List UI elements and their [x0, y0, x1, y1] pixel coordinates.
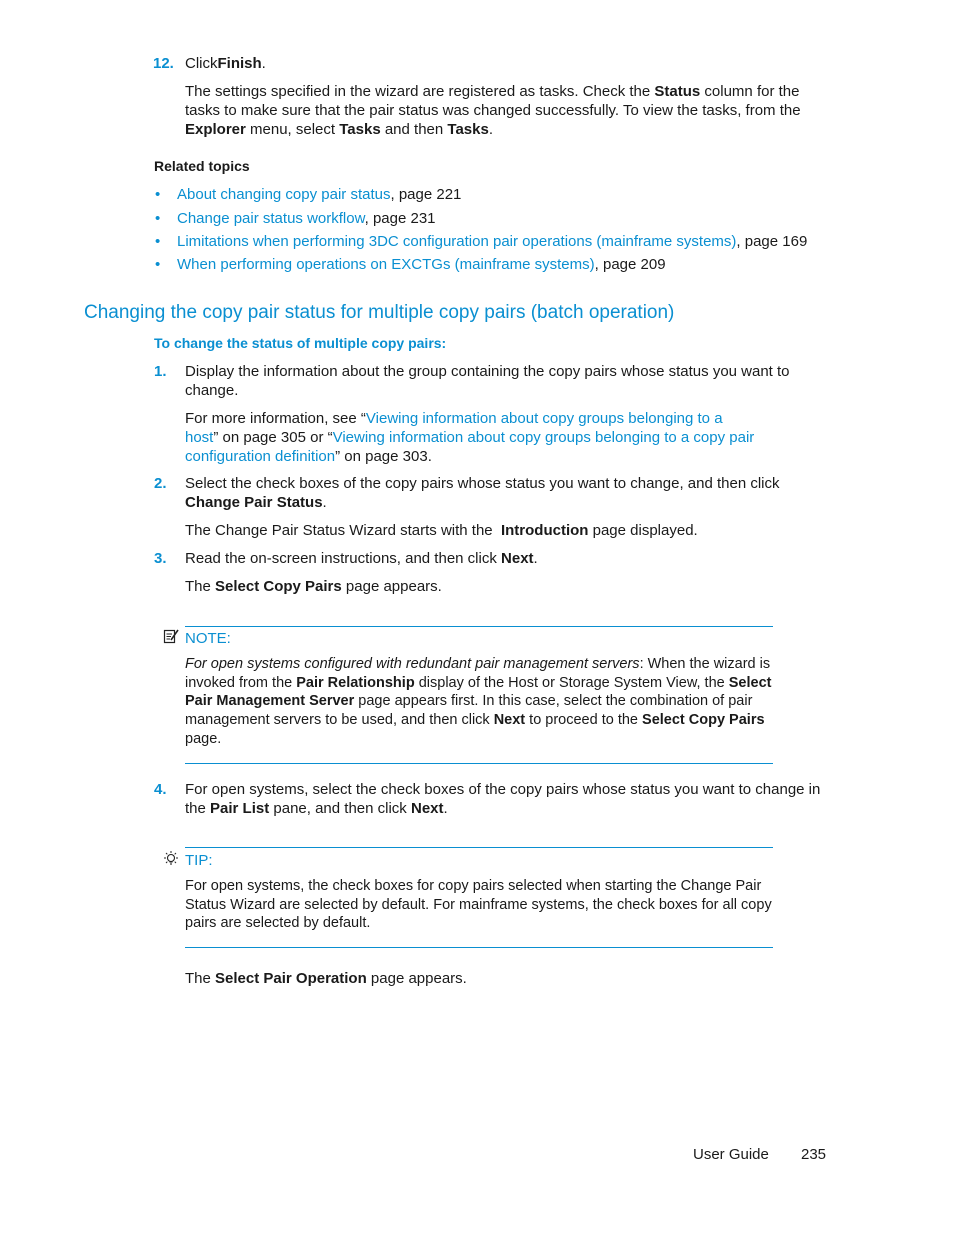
text: The Change Pair Status Wizard starts wit… — [185, 522, 501, 539]
ui-term: Next — [501, 550, 534, 567]
list-item: Change pair status workflow, page 231 — [177, 209, 436, 228]
related-link[interactable]: Limitations when performing 3DC configur… — [177, 233, 736, 250]
step-number: 3. — [154, 550, 167, 567]
note-pencil-icon — [163, 628, 179, 649]
ui-term: Pair Relationship — [296, 674, 415, 691]
text: The — [185, 578, 216, 595]
ui-term: Select Copy Pairs — [215, 578, 342, 595]
text: . — [488, 121, 493, 138]
bullet-icon: • — [155, 256, 161, 273]
ui-term: Change Pair Status — [185, 494, 323, 511]
step-3-text: Read the on-screen instructions, and the… — [185, 549, 835, 568]
ui-term: Next — [493, 712, 526, 729]
note-body: For open systems configured with redunda… — [185, 655, 775, 749]
step-4-text: For open systems, select the check boxes… — [185, 780, 825, 818]
related-link[interactable]: About changing copy pair status — [177, 186, 390, 203]
text: . — [533, 550, 538, 567]
step-2-result: The Change Pair Status Wizard starts wit… — [185, 521, 835, 540]
step-12-text: ClickFinish. — [185, 54, 835, 73]
step-1-text: Display the information about the group … — [185, 363, 790, 399]
text: Select the check boxes of the copy pairs… — [185, 475, 780, 492]
step-number: 12. — [153, 55, 174, 72]
ui-term: Finish — [217, 55, 262, 72]
text: . — [322, 494, 327, 511]
list-item: About changing copy pair status, page 22… — [177, 185, 461, 204]
text: menu, select — [245, 121, 340, 138]
step-12-result: The settings specified in the wizard are… — [185, 82, 833, 139]
ui-term: Tasks — [447, 121, 489, 138]
related-link[interactable]: Change pair status workflow — [177, 210, 365, 227]
tip-top-rule — [185, 847, 773, 848]
step-4-result: The Select Pair Operation page appears. — [185, 969, 835, 988]
step-3-result: The Select Copy Pairs page appears. — [185, 577, 835, 596]
text: display of the Host or Storage System Vi… — [414, 674, 729, 691]
text: page displayed. — [588, 522, 698, 539]
note-top-rule — [185, 626, 773, 627]
page-ref: , page 209 — [594, 256, 666, 273]
bullet-icon: • — [155, 233, 161, 250]
tip-body: For open systems, the check boxes for co… — [185, 878, 772, 932]
page-ref: , page 169 — [736, 233, 808, 250]
text: page. — [185, 730, 222, 747]
bullet-icon: • — [155, 186, 161, 203]
step-1-more-info: For more information, see “Viewing infor… — [185, 409, 785, 466]
page-number: 235 — [801, 1146, 827, 1163]
procedure-heading: To change the status of multiple copy pa… — [154, 335, 447, 351]
ui-term: Explorer — [185, 121, 246, 138]
text: Read the on-screen instructions, and the… — [185, 550, 502, 567]
step-number: 4. — [154, 781, 167, 798]
text: ” on page 303. — [335, 448, 432, 465]
link-text: Viewing information about copy groups be… — [365, 410, 723, 427]
text: Click — [185, 55, 218, 72]
text: The — [185, 970, 216, 987]
step-number: 1. — [154, 363, 167, 380]
bullet-icon: • — [155, 210, 161, 227]
list-item: Limitations when performing 3DC configur… — [177, 232, 807, 251]
link-text: Viewing information about copy groups be… — [332, 429, 755, 446]
footer-guide-title: User Guide — [693, 1146, 769, 1163]
note-bottom-rule — [185, 763, 773, 764]
text: For more information, see “ — [185, 410, 366, 427]
tip-bottom-rule — [185, 947, 773, 948]
ui-term: Status — [654, 83, 701, 100]
ui-term: Next — [410, 800, 444, 817]
step-2-text: Select the check boxes of the copy pairs… — [185, 474, 833, 512]
text: ” on page 305 or “ — [213, 429, 333, 446]
page-ref: , page 231 — [364, 210, 436, 227]
related-topics-heading: Related topics — [154, 158, 250, 174]
text: . — [261, 55, 266, 72]
lightbulb-icon — [162, 850, 180, 873]
text: page appears. — [341, 578, 442, 595]
step-number: 2. — [154, 475, 167, 492]
tip-label: TIP: — [185, 852, 213, 869]
ui-term: Introduction — [500, 522, 589, 539]
list-item: When performing operations on EXCTGs (ma… — [177, 255, 666, 274]
ui-term: Pair List — [210, 800, 270, 817]
italic-text: For open systems configured with redunda… — [185, 656, 640, 672]
text: page appears. — [366, 970, 467, 987]
text: . — [443, 800, 448, 817]
note-label: NOTE: — [185, 630, 231, 647]
ui-term: Tasks — [339, 121, 381, 138]
page-ref: , page 221 — [390, 186, 462, 203]
text: pane, and then click — [269, 800, 411, 817]
text: to proceed to the — [525, 712, 643, 729]
ui-term: Select Pair Operation — [215, 970, 367, 987]
related-link[interactable]: When performing operations on EXCTGs (ma… — [177, 256, 595, 273]
section-title: Changing the copy pair status for multip… — [84, 302, 675, 323]
link-text: host — [185, 429, 214, 446]
link-text: configuration definition — [185, 448, 336, 465]
text: The settings specified in the wizard are… — [185, 83, 655, 100]
ui-term: Select Copy Pairs — [642, 712, 765, 729]
text: and then — [380, 121, 448, 138]
